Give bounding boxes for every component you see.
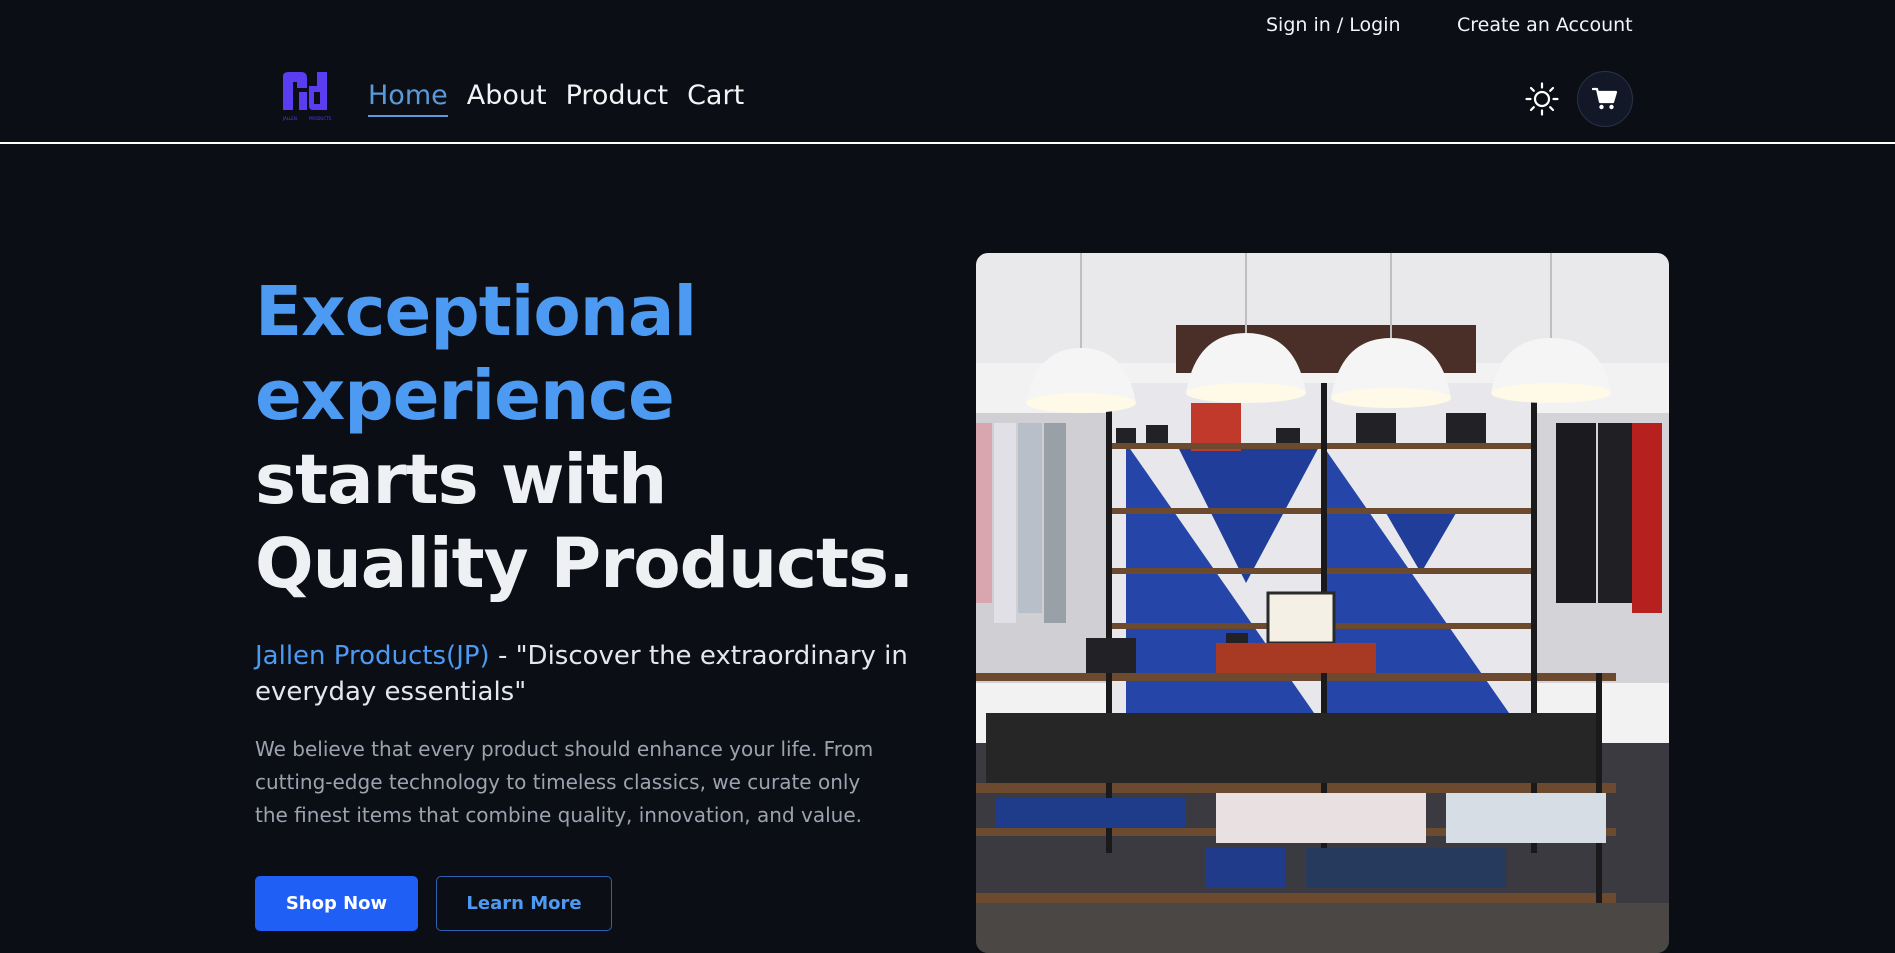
cart-icon bbox=[1592, 87, 1618, 110]
store-interior-illustration bbox=[976, 253, 1669, 953]
main-navbar: JALLEN PRODUCTS Home About Product Cart bbox=[0, 52, 1895, 144]
headline-line-1: Exceptional bbox=[255, 272, 697, 352]
svg-text:PRODUCTS: PRODUCTS bbox=[309, 116, 332, 121]
create-account-link[interactable]: Create an Account bbox=[1457, 14, 1633, 36]
hero-text: Exceptional experience starts with Quali… bbox=[255, 270, 915, 832]
logo-mark-icon: JALLEN PRODUCTS bbox=[282, 72, 332, 121]
brand-name: Jallen Products(JP) bbox=[255, 641, 490, 671]
top-utility-bar: Sign in / Login Create an Account bbox=[0, 0, 1895, 52]
hero-description: We believe that every product should enh… bbox=[255, 737, 874, 827]
sun-icon bbox=[1525, 82, 1559, 116]
headline-line-3: starts with bbox=[255, 440, 667, 520]
learn-more-button[interactable]: Learn More bbox=[436, 876, 612, 931]
nav-links: Home About Product Cart bbox=[368, 80, 744, 117]
hero-actions: Shop Now Learn More bbox=[255, 876, 612, 931]
shop-now-button[interactable]: Shop Now bbox=[255, 876, 418, 931]
hero-tagline: Jallen Products(JP) - "Discover the extr… bbox=[255, 638, 915, 710]
brand-logo[interactable]: JALLEN PRODUCTS bbox=[281, 70, 333, 126]
headline-line-4: Quality Products. bbox=[255, 524, 914, 604]
nav-home[interactable]: Home bbox=[368, 80, 448, 117]
svg-text:JALLEN: JALLEN bbox=[282, 116, 297, 121]
signin-link[interactable]: Sign in / Login bbox=[1266, 14, 1401, 36]
nav-about[interactable]: About bbox=[467, 80, 547, 117]
cart-button[interactable] bbox=[1577, 71, 1633, 127]
hero-store-image bbox=[976, 253, 1669, 953]
theme-toggle-button[interactable] bbox=[1524, 81, 1560, 117]
hero-headline: Exceptional experience starts with Quali… bbox=[255, 270, 915, 606]
headline-line-2: experience bbox=[255, 356, 675, 436]
nav-product[interactable]: Product bbox=[566, 80, 669, 117]
nav-cart[interactable]: Cart bbox=[687, 80, 744, 117]
